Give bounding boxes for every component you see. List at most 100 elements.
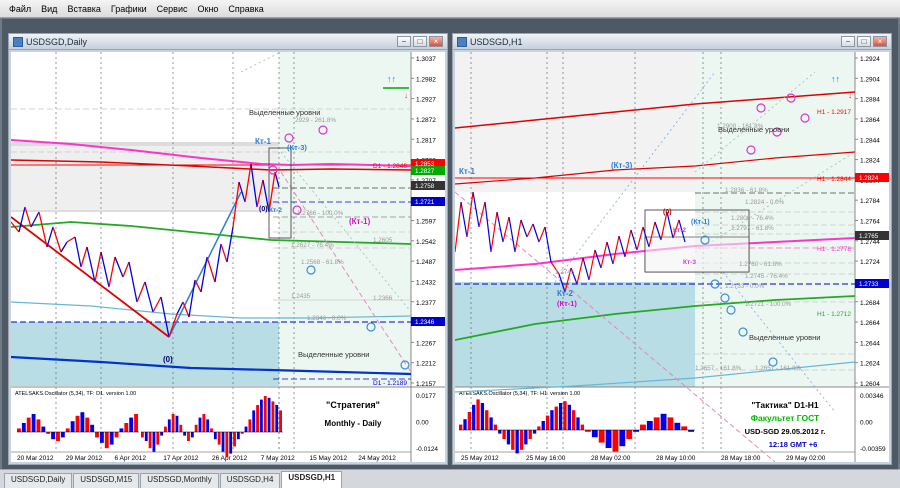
menu-item-2[interactable]: Вставка <box>62 4 105 14</box>
date-tick-label: 15 May 2012 <box>310 455 348 462</box>
fib-label: 1.2745 <box>555 269 575 276</box>
osc-bar <box>640 424 646 430</box>
price-tick-label: 1.2864 <box>860 117 880 124</box>
menu-item-4[interactable]: Сервис <box>152 4 193 14</box>
window-titlebar[interactable]: USDSGD,H1 − □ × <box>453 34 891 50</box>
window-title: USDSGD,H1 <box>470 36 523 47</box>
osc-bar <box>681 426 688 430</box>
osc-bar <box>148 432 152 449</box>
menu-item-5[interactable]: Окно <box>193 4 224 14</box>
osc-bar <box>160 432 164 436</box>
osc-bar <box>612 430 619 452</box>
osc-bar <box>124 423 129 432</box>
price-tick-label: 1.2884 <box>860 97 880 104</box>
osc-bar <box>152 432 156 452</box>
price-tick-label: 1.2377 <box>416 300 436 307</box>
menu-item-1[interactable]: Вид <box>36 4 62 14</box>
osc-bar <box>190 432 194 438</box>
price-axis <box>855 52 889 462</box>
close-button[interactable]: × <box>429 36 443 47</box>
osc-bar <box>119 428 124 432</box>
maximize-button[interactable]: □ <box>413 36 427 47</box>
wave-label: (Кт-1) <box>691 219 710 226</box>
menu-item-3[interactable]: Графики <box>106 4 152 14</box>
osc-bar <box>537 426 541 430</box>
osc-bar <box>248 419 252 432</box>
price-tick-label: 1.2824 <box>860 158 880 165</box>
h1-chart[interactable]: 1.2924 1.2904 1.2884 1.2864 1.2844 1.2824 1.28… <box>455 52 889 462</box>
osc-bar <box>21 423 26 432</box>
daily-chart[interactable]: 1.30371.29821.29271.28721.28171.27621.27… <box>11 52 445 462</box>
level-label: H1 - 1.2778 <box>817 246 851 253</box>
osc-bar <box>187 432 190 441</box>
date-tick-label: 20 Mar 2012 <box>17 455 54 462</box>
close-button[interactable]: × <box>873 36 887 47</box>
osc-bar <box>532 430 537 434</box>
osc-bar <box>202 414 206 432</box>
zone-label: Выделенные уровни <box>298 350 370 359</box>
chart-window-h1[interactable]: USDSGD,H1 − □ × 1.2924 1.2904 1.2884 1.2864… <box>452 33 892 465</box>
tab-0[interactable]: USDSGD,Daily <box>4 473 73 488</box>
wave-label: Кт-3 <box>683 259 696 266</box>
fib-label: 1.2346 - 0.0% <box>307 315 347 322</box>
minimize-button[interactable]: − <box>841 36 855 47</box>
price-tick-label: 1.2724 <box>860 259 880 266</box>
faculty-label: Факультет ГОСТ <box>751 413 820 423</box>
maximize-button[interactable]: □ <box>857 36 871 47</box>
price-tick-label: 1.2267 <box>416 340 436 347</box>
tab-4[interactable]: USDSGD,H1 <box>281 471 343 488</box>
wave-label: (0) <box>259 206 268 213</box>
osc-bar <box>217 432 221 445</box>
menu-item-6[interactable]: Справка <box>223 4 268 14</box>
fib-label: 1.2657 - 161.8% <box>755 365 802 372</box>
tab-1[interactable]: USDSGD,M15 <box>73 473 140 488</box>
price-tick-label: 1.2924 <box>860 56 880 63</box>
chart-area[interactable]: 1.2924 1.2904 1.2884 1.2864 1.2844 1.2824 1.28… <box>455 52 889 462</box>
osc-level-label: 0.00346 <box>860 393 884 400</box>
osc-bar <box>210 428 213 432</box>
price-tick-label: 1.2904 <box>860 76 880 83</box>
date-tick-label: 6 Apr 2012 <box>115 455 147 462</box>
price-badge-label: 1.2721 <box>415 199 435 206</box>
price-badge-label: 1.2824 <box>859 175 879 182</box>
date-tick-label: 24 May 2012 <box>358 455 396 462</box>
osc-bar <box>60 432 65 438</box>
strategy-label: "Стратегия" <box>326 400 380 410</box>
osc-bar <box>279 410 282 432</box>
osc-level-label: 0.0177 <box>416 393 436 400</box>
price-tick-label: 1.2597 <box>416 219 436 226</box>
osc-bar <box>674 422 681 430</box>
osc-bar <box>598 430 605 443</box>
osc-bar <box>65 428 70 432</box>
oscillator-title: ATELSAKS.Oscillator (5,34), TF: D1. vers… <box>15 391 136 397</box>
osc-bar <box>206 419 210 432</box>
osc-bar <box>259 399 263 432</box>
window-titlebar[interactable]: USDSGD,Daily − □ × <box>9 34 447 50</box>
wave-label: Кт-1 <box>255 137 271 146</box>
highlight-zone <box>455 52 695 192</box>
level-label: H1 - 1.2917 <box>817 109 851 116</box>
price-tick-label: 1.2764 <box>860 219 880 226</box>
fib-label: 1.2733 - 0.0% <box>725 283 765 290</box>
menu-item-0[interactable]: Файл <box>4 4 36 14</box>
price-tick-label: 1.2927 <box>416 97 436 104</box>
chart-area[interactable]: 1.30371.29821.29271.28721.28171.27621.27… <box>11 52 445 462</box>
fib-label: 2929 - 261.8% <box>295 117 336 124</box>
wave-label: (Кт-3) <box>287 143 307 152</box>
arrow-icon: ↑↑ <box>387 74 396 84</box>
wave-label: (Кт-1) <box>349 217 371 226</box>
highlight-zone <box>11 322 279 386</box>
level-label: H1 - 1.2844 <box>817 176 851 183</box>
minimize-button[interactable]: − <box>397 36 411 47</box>
osc-bar <box>75 415 80 432</box>
tab-3[interactable]: USDSGD,H4 <box>219 473 281 488</box>
tab-2[interactable]: USDSGD,Monthly <box>140 473 219 488</box>
osc-bar <box>485 410 489 430</box>
osc-bar <box>528 430 532 439</box>
chart-window-daily[interactable]: USDSGD,Daily − □ × 1.3037 1.2982 1.2927 1.2… <box>8 33 448 465</box>
osc-bar <box>221 432 225 452</box>
date-tick-label: 17 Apr 2012 <box>163 455 198 462</box>
price-tick-label: 1.3037 <box>416 56 436 63</box>
price-tick-label: 1.2784 <box>860 198 880 205</box>
price-badge-label: 1.2346 <box>415 319 435 326</box>
